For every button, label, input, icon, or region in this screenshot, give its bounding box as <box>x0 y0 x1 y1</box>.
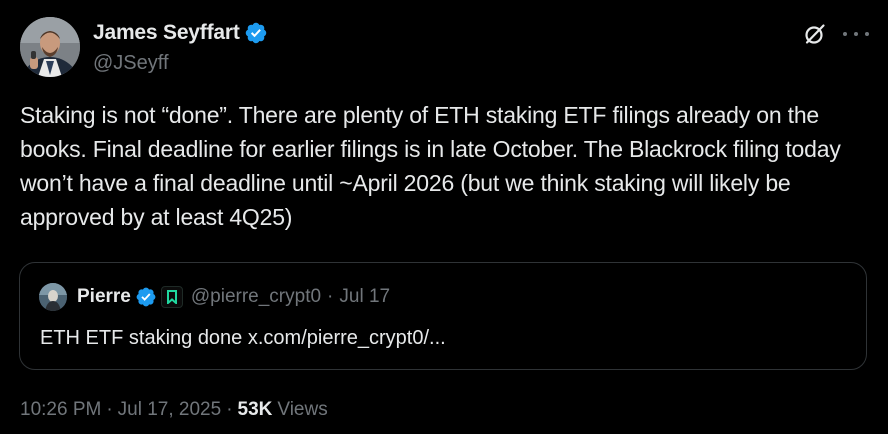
views-label: Views <box>277 399 328 420</box>
author-display-name[interactable]: James Seyffart <box>93 21 240 45</box>
tweet-meta: 10:26 PM · Jul 17, 2025 · 53K Views <box>20 399 328 421</box>
quoted-header: Pierre @pierre_crypt0 · Jul 17 <box>77 285 390 309</box>
verified-badge-icon[interactable] <box>135 286 157 308</box>
quoted-handle[interactable]: @pierre_crypt0 <box>191 286 321 308</box>
tweet-text: Staking is not “done”. There are plenty … <box>20 102 847 230</box>
tweet-date[interactable]: Jul 17, 2025 <box>118 399 222 421</box>
dot-icon <box>854 32 858 36</box>
meta-separator: · <box>226 399 233 420</box>
quoted-date[interactable]: Jul 17 <box>339 286 390 308</box>
quoted-tweet[interactable]: Pierre @pierre_crypt0 · Jul 17 ETH ETF s… <box>19 262 867 370</box>
quoted-separator: · <box>327 286 334 307</box>
verified-badge-icon[interactable] <box>244 21 268 45</box>
quoted-tweet-text: ETH ETF staking done x.com/pierre_crypt0… <box>40 327 446 349</box>
grok-icon[interactable] <box>803 22 827 46</box>
bookmark-badge-icon[interactable] <box>160 286 183 308</box>
tweet-card: James Seyffart @JSeyff Staking is not “d… <box>0 0 888 434</box>
quoted-author-avatar[interactable] <box>39 283 67 311</box>
avatar-image <box>20 17 80 77</box>
quoted-display-name[interactable]: Pierre <box>77 286 131 308</box>
views-count[interactable]: 53K <box>238 399 273 421</box>
quoted-avatar-image <box>39 283 67 311</box>
tweet-time[interactable]: 10:26 PM <box>20 399 101 421</box>
dot-icon <box>843 32 847 36</box>
author-name-row: James Seyffart <box>93 20 268 46</box>
author-avatar[interactable] <box>20 17 80 77</box>
meta-separator: · <box>106 399 113 420</box>
dot-icon <box>865 32 869 36</box>
more-options-icon[interactable] <box>843 22 869 46</box>
author-handle[interactable]: @JSeyff <box>93 52 169 75</box>
